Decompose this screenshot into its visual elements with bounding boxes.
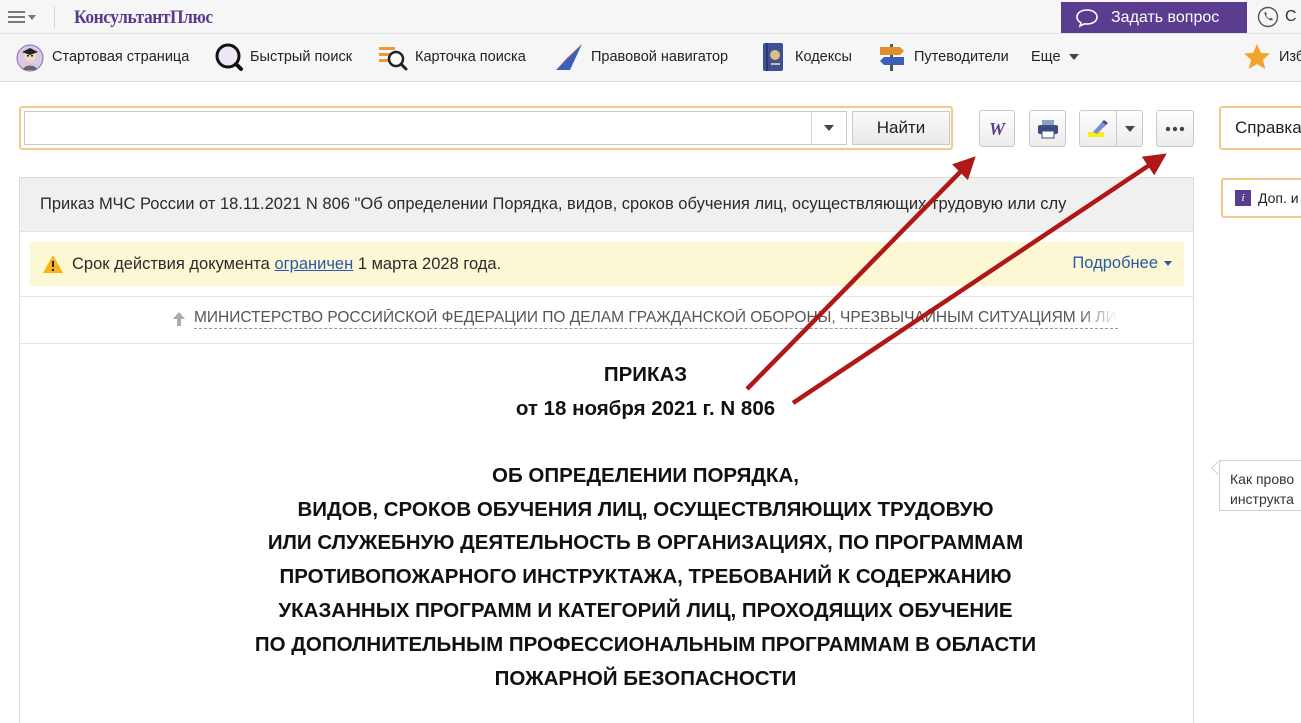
hint-line: Как прово <box>1230 471 1295 487</box>
document-title: Приказ МЧС России от 18.11.2021 N 806 "О… <box>20 178 1193 232</box>
heading-line: ПОЖАРНОЙ БЕЗОПАСНОСТИ <box>494 667 797 690</box>
toolbar-item-label: Правовой навигатор <box>591 49 729 65</box>
heading-line: ОБ ОПРЕДЕЛЕНИИ ПОРЯДКА, <box>492 464 799 487</box>
toolbar-item-label: Кодексы <box>795 49 852 65</box>
ask-question-button[interactable]: Задать вопрос <box>1061 2 1247 33</box>
toolbar-item-label: Изб <box>1279 49 1301 65</box>
heading-line: УКАЗАННЫХ ПРОГРАММ И КАТЕГОРИЙ ЛИЦ, ПРОХ… <box>278 599 1013 622</box>
chevron-down-icon <box>1164 261 1172 266</box>
title-fade <box>1143 178 1193 231</box>
main-menu-button[interactable] <box>8 6 46 28</box>
chevron-down-icon <box>28 14 36 20</box>
limited-link[interactable]: ограничен <box>274 255 353 274</box>
legal-navigator-icon <box>553 41 585 73</box>
phone-link[interactable]: С <box>1257 4 1297 30</box>
phone-label: С <box>1285 8 1297 25</box>
toolbar-item-label: Карточка поиска <box>415 49 526 65</box>
warning-icon <box>43 255 63 273</box>
info-icon: i <box>1235 190 1251 206</box>
hint-line: инструкта <box>1230 491 1294 507</box>
ask-question-label: Задать вопрос <box>1111 8 1220 26</box>
star-icon <box>1241 41 1273 73</box>
extra-info-label: Доп. и <box>1258 190 1299 206</box>
heading-line: ВИДОВ, СРОКОВ ОБУЧЕНИЯ ЛИЦ, ОСУЩЕСТВЛЯЮЩ… <box>297 498 994 521</box>
toolbar-guides[interactable]: Путеводители <box>876 34 1009 80</box>
toolbar-legal-navigator[interactable]: Правовой навигатор <box>553 34 728 80</box>
toolbar-search-card[interactable]: Карточка поиска <box>377 34 526 80</box>
ministry-row: МИНИСТЕРСТВО РОССИЙСКОЙ ФЕДЕРАЦИИ ПО ДЕЛ… <box>20 296 1193 344</box>
print-button[interactable] <box>1029 110 1066 147</box>
ministry-fade <box>1078 309 1118 328</box>
app-logo: КонсультантПлюс <box>74 7 213 28</box>
word-icon: W <box>989 119 1007 139</box>
more-actions-button[interactable] <box>1156 110 1194 147</box>
search-bar: Найти <box>19 106 953 150</box>
toolbar-item-label: Стартовая страница <box>52 49 190 65</box>
details-label: Подробнее <box>1072 254 1158 272</box>
order-heading: ПРИКАЗ <box>603 363 688 386</box>
ministry-text: МИНИСТЕРСТВО РОССИЙСКОЙ ФЕДЕРАЦИИ ПО ДЕЛ… <box>194 309 1118 329</box>
divider <box>54 6 55 28</box>
toolbar-codes[interactable]: Кодексы <box>757 34 852 80</box>
hamburger-icon <box>8 11 25 23</box>
document-panel: Приказ МЧС России от 18.11.2021 N 806 "О… <box>19 177 1194 723</box>
warning-suffix: 1 марта 2028 года. <box>357 254 502 273</box>
printer-icon <box>1037 119 1058 138</box>
codes-icon <box>757 41 789 73</box>
heading-line: ПРОТИВОПОЖАРНОГО ИНСТРУКТАЖА, ТРЕБОВАНИЙ… <box>279 565 1012 588</box>
chat-bubble-icon <box>1076 8 1098 28</box>
document-title-text: Приказ МЧС России от 18.11.2021 N 806 "О… <box>40 195 1067 213</box>
chevron-down-icon <box>824 125 834 131</box>
search-input[interactable] <box>24 111 832 145</box>
main-toolbar: Стартовая страница Быстрый поиск Карточк… <box>0 34 1301 82</box>
top-bar: КонсультантПлюс Задать вопрос С <box>0 0 1301 34</box>
ministry-link[interactable]: МИНИСТЕРСТВО РОССИЙСКОЙ ФЕДЕРАЦИИ ПО ДЕЛ… <box>172 309 1118 329</box>
phone-icon <box>1257 6 1279 28</box>
start-page-icon <box>14 41 46 73</box>
toolbar-item-label: Быстрый поиск <box>250 49 353 65</box>
toolbar-favorites[interactable]: Изб <box>1241 34 1301 80</box>
search-card-icon <box>377 41 409 73</box>
toolbar-item-label: Еще <box>1031 49 1061 65</box>
svg-text:W: W <box>989 119 1007 139</box>
highlight-options-dropdown[interactable] <box>1117 110 1143 147</box>
toolbar-item-label: Путеводители <box>914 49 1009 65</box>
ministry-label: МИНИСТЕРСТВО РОССИЙСКОЙ ФЕДЕРАЦИИ ПО ДЕЛ… <box>194 309 1118 326</box>
arrow-up-icon <box>173 312 185 326</box>
extra-info-button[interactable]: i Доп. и <box>1221 178 1301 218</box>
highlight-button[interactable] <box>1079 110 1117 147</box>
chevron-down-icon <box>1124 125 1135 132</box>
search-history-dropdown[interactable] <box>811 111 847 145</box>
heading-line: ПО ДОПОЛНИТЕЛЬНЫМ ПРОФЕССИОНАЛЬНЫМ ПРОГР… <box>254 633 1037 656</box>
toolbar-start-page[interactable]: Стартовая страница <box>14 34 189 80</box>
find-button[interactable]: Найти <box>852 111 950 145</box>
validity-warning: Срок действия документа ограничен 1 март… <box>30 242 1184 286</box>
chevron-down-icon <box>1068 54 1079 60</box>
warning-prefix: Срок действия документа <box>72 254 270 273</box>
export-word-button[interactable]: W <box>979 110 1015 147</box>
highlighter-icon <box>1088 119 1108 137</box>
quick-search-icon <box>212 41 244 73</box>
guides-icon <box>876 41 908 73</box>
toolbar-more[interactable]: Еще <box>1031 34 1079 80</box>
reference-button[interactable]: Справка <box>1219 106 1301 150</box>
details-link[interactable]: Подробнее <box>1072 254 1172 273</box>
order-date: от 18 ноября 2021 г. N 806 <box>515 397 776 420</box>
hint-popup[interactable]: Как прово инструкта <box>1219 460 1301 511</box>
ellipsis-icon <box>1165 126 1185 131</box>
toolbar-quick-search[interactable]: Быстрый поиск <box>212 34 352 80</box>
heading-line: ИЛИ СЛУЖЕБНУЮ ДЕЯТЕЛЬНОСТЬ В ОРГАНИЗАЦИЯ… <box>267 531 1024 554</box>
